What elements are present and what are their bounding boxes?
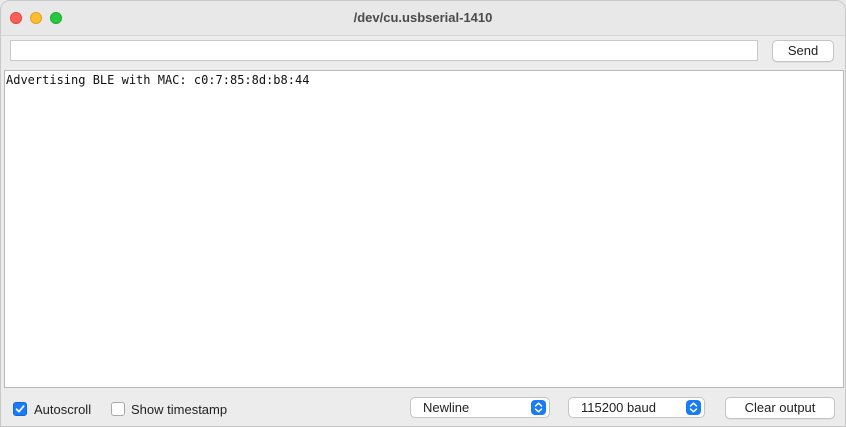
clear-output-button[interactable]: Clear output xyxy=(725,397,835,419)
checkmark-icon xyxy=(15,405,25,413)
up-down-chevron-icon xyxy=(686,400,701,415)
send-button[interactable]: Send xyxy=(772,40,834,62)
window-title: /dev/cu.usbserial-1410 xyxy=(353,10,493,25)
autoscroll-checkbox[interactable] xyxy=(13,402,27,416)
timestamp-checkbox[interactable] xyxy=(111,402,125,416)
baud-rate-select[interactable]: 115200 baud xyxy=(568,397,705,418)
line-ending-value: Newline xyxy=(423,400,470,415)
serial-monitor-window: /dev/cu.usbserial-1410 Send Advertising … xyxy=(0,0,846,427)
baud-rate-value: 115200 baud xyxy=(581,400,656,415)
timestamp-label[interactable]: Show timestamp xyxy=(131,402,227,417)
serial-output[interactable]: Advertising BLE with MAC: c0:7:85:8d:b8:… xyxy=(4,70,844,388)
title-bar[interactable]: /dev/cu.usbserial-1410 xyxy=(1,1,845,36)
output-line: Advertising BLE with MAC: c0:7:85:8d:b8:… xyxy=(6,73,310,87)
up-down-chevron-icon xyxy=(531,400,546,415)
line-ending-select[interactable]: Newline xyxy=(410,397,550,418)
send-bar: Send xyxy=(1,35,845,69)
footer-toolbar: Autoscroll Show timestamp Newline 115200… xyxy=(1,389,845,426)
autoscroll-label[interactable]: Autoscroll xyxy=(34,402,91,417)
serial-input[interactable] xyxy=(10,40,758,61)
